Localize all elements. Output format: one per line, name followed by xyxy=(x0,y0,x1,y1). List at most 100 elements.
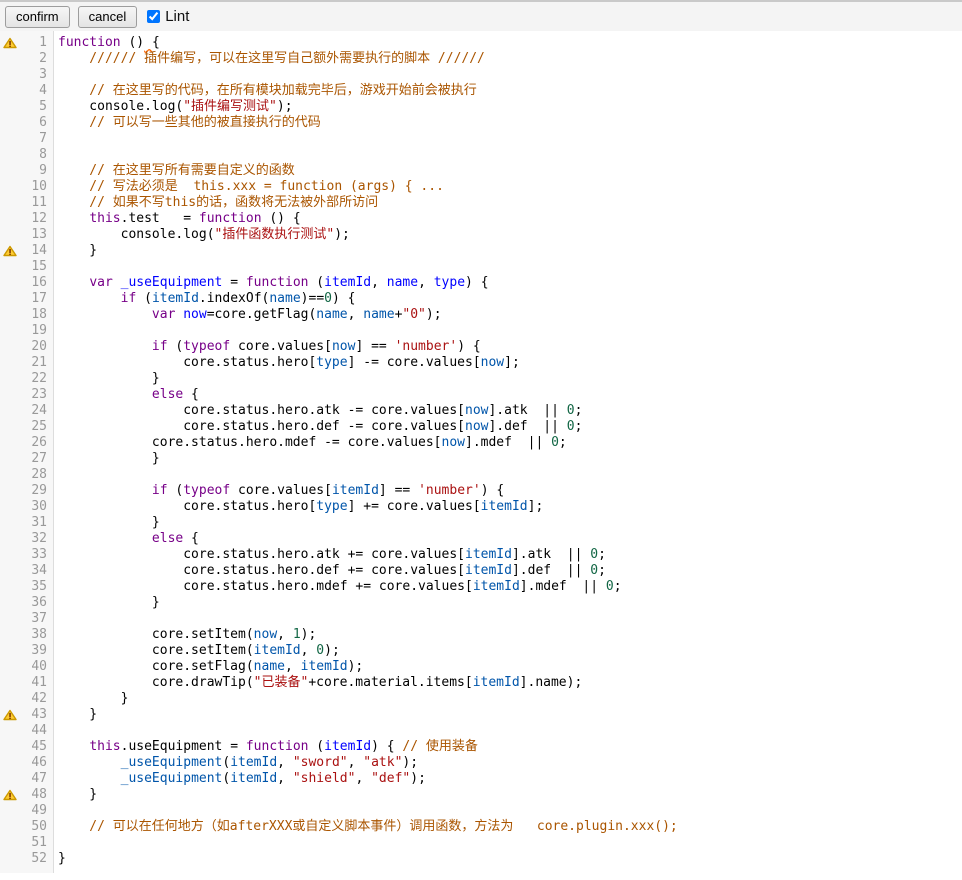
gutter-marker-empty xyxy=(0,467,18,483)
lint-warning-icon[interactable] xyxy=(0,243,18,259)
line-number: 22 xyxy=(18,371,54,387)
code-line[interactable]: 16 var _useEquipment = function (itemId,… xyxy=(0,275,962,291)
line-number: 24 xyxy=(18,403,54,419)
code-line[interactable]: 14 } xyxy=(0,243,962,259)
code-line[interactable]: 37 xyxy=(0,611,962,627)
line-number: 30 xyxy=(18,499,54,515)
code-line[interactable]: 12 this.test = function () { xyxy=(0,211,962,227)
line-number: 16 xyxy=(18,275,54,291)
code-line[interactable]: 17 if (itemId.indexOf(name)==0) { xyxy=(0,291,962,307)
code-line[interactable]: 1function () { xyxy=(0,35,962,51)
line-number: 15 xyxy=(18,259,54,275)
code-line[interactable]: 22 } xyxy=(0,371,962,387)
gutter-marker-empty xyxy=(0,531,18,547)
lint-warning-icon[interactable] xyxy=(0,35,18,51)
cancel-button[interactable]: cancel xyxy=(78,6,138,28)
confirm-button[interactable]: confirm xyxy=(5,6,70,28)
code-line-text: core.setFlag(name, itemId); xyxy=(54,659,363,675)
line-number: 5 xyxy=(18,99,54,115)
code-editor[interactable]: 1function () {2 ////// 插件编写，可以在这里写自己额外需要… xyxy=(0,31,962,873)
code-line[interactable]: 28 xyxy=(0,467,962,483)
code-line[interactable]: 36 } xyxy=(0,595,962,611)
code-line[interactable]: 8 xyxy=(0,147,962,163)
code-line[interactable]: 6 // 可以写一些其他的被直接执行的代码 xyxy=(0,115,962,131)
code-line[interactable]: 4 // 在这里写的代码，在所有模块加载完毕后，游戏开始前会被执行 xyxy=(0,83,962,99)
code-line[interactable]: 21 core.status.hero[type] -= core.values… xyxy=(0,355,962,371)
code-line[interactable]: 31 } xyxy=(0,515,962,531)
code-line[interactable]: 33 core.status.hero.atk += core.values[i… xyxy=(0,547,962,563)
code-line[interactable]: 35 core.status.hero.mdef += core.values[… xyxy=(0,579,962,595)
code-line[interactable]: 24 core.status.hero.atk -= core.values[n… xyxy=(0,403,962,419)
code-line[interactable]: 27 } xyxy=(0,451,962,467)
code-line[interactable]: 9 // 在这里写所有需要自定义的函数 xyxy=(0,163,962,179)
code-line-text: this.test = function () { xyxy=(54,211,301,227)
lint-warning-icon[interactable] xyxy=(0,787,18,803)
gutter-marker-empty xyxy=(0,675,18,691)
code-line[interactable]: 11 // 如果不写this的话，函数将无法被外部所访问 xyxy=(0,195,962,211)
code-line[interactable]: 32 else { xyxy=(0,531,962,547)
code-line-text: core.status.hero.atk -= core.values[now]… xyxy=(54,403,582,419)
gutter-marker-empty xyxy=(0,51,18,67)
line-number: 12 xyxy=(18,211,54,227)
gutter-marker-empty xyxy=(0,419,18,435)
code-line[interactable]: 13 console.log("插件函数执行测试"); xyxy=(0,227,962,243)
code-line[interactable]: 49 xyxy=(0,803,962,819)
line-number: 40 xyxy=(18,659,54,675)
code-line[interactable]: 2 ////// 插件编写，可以在这里写自己额外需要执行的脚本 ////// xyxy=(0,51,962,67)
code-line[interactable]: 51 xyxy=(0,835,962,851)
code-line-text: console.log("插件函数执行测试"); xyxy=(54,227,350,243)
code-line[interactable]: 3 xyxy=(0,67,962,83)
line-number: 47 xyxy=(18,771,54,787)
code-line-text: } xyxy=(54,595,160,611)
code-line[interactable]: 34 core.status.hero.def += core.values[i… xyxy=(0,563,962,579)
lint-warning-icon[interactable] xyxy=(0,707,18,723)
code-line[interactable]: 52} xyxy=(0,851,962,867)
gutter-marker-empty xyxy=(0,195,18,211)
code-line[interactable]: 41 core.drawTip("已装备"+core.material.item… xyxy=(0,675,962,691)
code-line[interactable]: 19 xyxy=(0,323,962,339)
code-line[interactable]: 39 core.setItem(itemId, 0); xyxy=(0,643,962,659)
code-line[interactable]: 46 _useEquipment(itemId, "sword", "atk")… xyxy=(0,755,962,771)
line-number: 33 xyxy=(18,547,54,563)
code-line-text: } xyxy=(54,243,97,259)
code-line[interactable]: 25 core.status.hero.def -= core.values[n… xyxy=(0,419,962,435)
code-line[interactable]: 43 } xyxy=(0,707,962,723)
code-line[interactable]: 10 // 写法必须是 this.xxx = function (args) {… xyxy=(0,179,962,195)
code-line[interactable]: 30 core.status.hero[type] += core.values… xyxy=(0,499,962,515)
line-number: 11 xyxy=(18,195,54,211)
code-line[interactable]: 45 this.useEquipment = function (itemId)… xyxy=(0,739,962,755)
code-line-text: core.status.hero[type] += core.values[it… xyxy=(54,499,543,515)
code-line[interactable]: 7 xyxy=(0,131,962,147)
code-line[interactable]: 50 // 可以在任何地方（如afterXXX或自定义脚本事件）调用函数，方法为… xyxy=(0,819,962,835)
lint-label: Lint xyxy=(165,8,189,25)
code-line[interactable]: 18 var now=core.getFlag(name, name+"0"); xyxy=(0,307,962,323)
line-number: 4 xyxy=(18,83,54,99)
code-line[interactable]: 40 core.setFlag(name, itemId); xyxy=(0,659,962,675)
code-line[interactable]: 42 } xyxy=(0,691,962,707)
code-line[interactable]: 48 } xyxy=(0,787,962,803)
code-line[interactable]: 5 console.log("插件编写测试"); xyxy=(0,99,962,115)
lint-checkbox[interactable] xyxy=(147,10,160,23)
code-line[interactable]: 20 if (typeof core.values[now] == 'numbe… xyxy=(0,339,962,355)
code-line[interactable]: 47 _useEquipment(itemId, "shield", "def"… xyxy=(0,771,962,787)
gutter-marker-empty xyxy=(0,563,18,579)
code-line-text: console.log("插件编写测试"); xyxy=(54,99,293,115)
lint-toggle[interactable]: Lint xyxy=(147,8,189,25)
line-number: 41 xyxy=(18,675,54,691)
code-line[interactable]: 44 xyxy=(0,723,962,739)
gutter-marker-empty xyxy=(0,515,18,531)
code-line[interactable]: 26 core.status.hero.mdef -= core.values[… xyxy=(0,435,962,451)
gutter-marker-empty xyxy=(0,803,18,819)
line-number: 31 xyxy=(18,515,54,531)
line-number: 1 xyxy=(18,35,54,51)
line-number: 34 xyxy=(18,563,54,579)
code-line[interactable]: 38 core.setItem(now, 1); xyxy=(0,627,962,643)
line-number: 23 xyxy=(18,387,54,403)
gutter-marker-empty xyxy=(0,595,18,611)
gutter-marker-empty xyxy=(0,339,18,355)
code-line[interactable]: 23 else { xyxy=(0,387,962,403)
gutter-marker-empty xyxy=(0,691,18,707)
code-line[interactable]: 15 xyxy=(0,259,962,275)
gutter-marker-empty xyxy=(0,147,18,163)
code-line[interactable]: 29 if (typeof core.values[itemId] == 'nu… xyxy=(0,483,962,499)
